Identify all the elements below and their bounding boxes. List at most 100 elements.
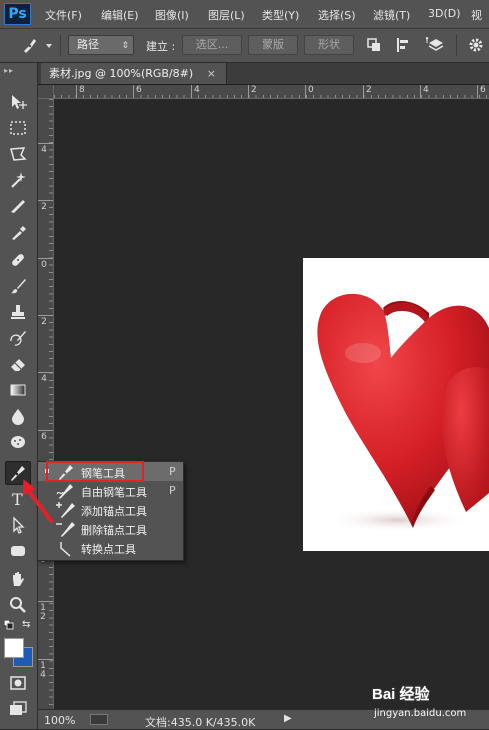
- brush-icon: [11, 279, 26, 294]
- path-alignment-icon: [397, 38, 408, 52]
- document-tab-bar: 素材.jpg @ 100%(RGB/8#) ×: [38, 63, 489, 85]
- chevron-updown-icon: ⇕: [121, 41, 129, 51]
- flyout-item-freeform-pen[interactable]: 自由钢笔工具 P: [38, 481, 183, 500]
- ruler-label: 6: [136, 85, 142, 95]
- move-icon: [12, 95, 27, 109]
- tool-magic-wand[interactable]: [5, 168, 31, 192]
- watermark: Bai 经验 jingyan.baidu.com: [372, 683, 488, 727]
- delete-anchor-icon: [56, 522, 75, 537]
- tool-clone-stamp[interactable]: [5, 300, 31, 324]
- quick-mask-button[interactable]: [5, 671, 31, 695]
- tool-eyedropper[interactable]: [5, 220, 31, 244]
- gear-icon: [469, 38, 483, 52]
- menu-view[interactable]: 视: [471, 7, 482, 23]
- vertical-ruler[interactable]: 4 2 0 2 4 6 8 1 0 1 2 1 4: [38, 99, 54, 709]
- tool-brush[interactable]: [5, 274, 31, 298]
- options-bar: 路径 ⇕ 建立 : 选区... 蒙版 形状: [0, 29, 489, 63]
- menu-edit[interactable]: 编辑(E): [101, 7, 139, 23]
- mode-select[interactable]: 路径 ⇕: [68, 35, 134, 55]
- ruler-label: 4: [194, 85, 200, 95]
- make-shape-button[interactable]: 形状: [304, 35, 354, 55]
- hand-icon: [13, 572, 24, 586]
- path-operations-icon: [367, 38, 380, 51]
- foreground-color-swatch[interactable]: [4, 638, 24, 658]
- tool-sponge[interactable]: [5, 430, 31, 454]
- tool-zoom[interactable]: [5, 593, 31, 617]
- tool-hand[interactable]: [5, 567, 31, 591]
- horizontal-ruler[interactable]: 8 6 4 2 0 2 4 6: [54, 85, 489, 99]
- menu-image[interactable]: 图像(I): [155, 7, 189, 23]
- screen-mode-button[interactable]: [5, 697, 31, 721]
- status-toggle-icon[interactable]: [90, 714, 108, 725]
- pen-icon: [24, 39, 52, 53]
- quick-mask-icon: [10, 676, 26, 690]
- polygonal-lasso-icon: [10, 147, 27, 161]
- path-operations-button[interactable]: [363, 34, 385, 56]
- menu-3d[interactable]: 3D(D): [428, 7, 461, 20]
- tool-history-brush[interactable]: [5, 326, 31, 350]
- ruler-label: 0: [41, 260, 47, 270]
- mode-select-value: 路径: [77, 38, 99, 51]
- menu-file[interactable]: 文件(F): [45, 7, 82, 23]
- flyout-item-label: 自由钢笔工具: [81, 486, 147, 499]
- tool-shape[interactable]: [5, 539, 31, 563]
- options-divider: [456, 35, 457, 56]
- make-selection-button[interactable]: 选区...: [182, 35, 242, 55]
- close-icon[interactable]: ×: [207, 67, 216, 80]
- tool-blur[interactable]: [5, 404, 31, 428]
- menu-layer[interactable]: 图层(L): [208, 7, 245, 23]
- toolbox: ▸▸ T ⇆: [0, 63, 38, 729]
- flyout-item-label: 删除锚点工具: [81, 524, 147, 537]
- toolbox-collapse-icon[interactable]: ▸▸: [4, 66, 14, 75]
- settings-button[interactable]: [465, 34, 487, 56]
- document-info: 文档:435.0 K/435.0K: [145, 716, 256, 729]
- document-image[interactable]: [303, 258, 489, 551]
- tool-gradient[interactable]: [5, 378, 31, 402]
- ruler-label: 2: [41, 317, 47, 327]
- sponge-icon: [11, 436, 25, 448]
- tool-lasso[interactable]: [5, 142, 31, 166]
- tool-eraser[interactable]: [5, 352, 31, 376]
- default-colors-icon[interactable]: [3, 619, 14, 630]
- path-arrangement-button[interactable]: [425, 34, 447, 56]
- path-arrangement-icon: [426, 37, 444, 51]
- ruler-label: 6: [41, 432, 47, 442]
- ruler-label: 6: [480, 85, 486, 95]
- flyout-item-shortcut: P: [169, 484, 176, 497]
- menu-bar: Ps 文件(F) 编辑(E) 图像(I) 图层(L) 类型(Y) 选择(S) 滤…: [0, 0, 489, 29]
- tool-move[interactable]: [5, 90, 31, 114]
- make-mask-button[interactable]: 蒙版: [248, 35, 298, 55]
- flyout-item-convert-point[interactable]: 转换点工具: [38, 538, 183, 557]
- tool-crop[interactable]: [5, 194, 31, 218]
- watermark-url: jingyan.baidu.com: [374, 708, 467, 719]
- screen-mode-icon: [10, 701, 27, 715]
- menu-type[interactable]: 类型(Y): [262, 7, 299, 23]
- document-tab[interactable]: 素材.jpg @ 100%(RGB/8#) ×: [41, 63, 227, 84]
- rounded-rectangle-icon: [11, 546, 25, 556]
- status-menu-arrow-icon[interactable]: ▶: [284, 713, 292, 724]
- rectangular-marquee-icon: [10, 121, 26, 135]
- zoom-level[interactable]: 100%: [44, 714, 75, 727]
- eyedropper-icon: [12, 226, 26, 240]
- ruler-origin[interactable]: [38, 85, 54, 99]
- tool-healing[interactable]: [5, 248, 31, 272]
- flyout-item-label: 转换点工具: [81, 543, 136, 556]
- flyout-item-delete-anchor[interactable]: 删除锚点工具: [38, 519, 183, 538]
- gradient-icon: [10, 384, 26, 396]
- menu-filter[interactable]: 滤镜(T): [373, 7, 410, 23]
- annotation-arrow-icon: [22, 479, 54, 524]
- swap-colors-icon[interactable]: ⇆: [22, 619, 32, 630]
- ruler-label: 4: [423, 85, 429, 95]
- magic-wand-icon: [11, 172, 26, 188]
- tool-preset-picker[interactable]: [18, 34, 58, 56]
- ruler-label: 2: [366, 85, 372, 95]
- options-divider: [60, 35, 61, 56]
- ruler-label: 1 2: [40, 603, 46, 622]
- freeform-pen-icon: [56, 484, 73, 499]
- flyout-item-label: 添加锚点工具: [81, 505, 147, 518]
- menu-select[interactable]: 选择(S): [318, 7, 356, 23]
- path-alignment-button[interactable]: [392, 34, 414, 56]
- ruler-label: 2: [41, 202, 47, 212]
- flyout-item-add-anchor[interactable]: 添加锚点工具: [38, 500, 183, 519]
- tool-marquee[interactable]: [5, 116, 31, 140]
